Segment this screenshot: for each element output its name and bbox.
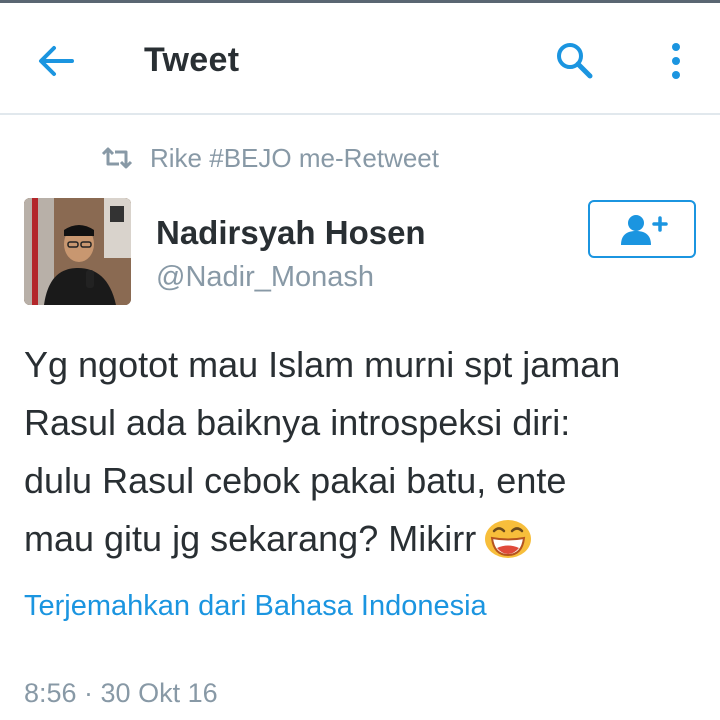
back-button[interactable] xyxy=(36,43,76,79)
tweet-timestamp: 8:56 · 30 Okt 16 xyxy=(24,678,218,708)
more-options-button[interactable] xyxy=(664,39,688,83)
search-icon xyxy=(557,43,593,79)
avatar[interactable] xyxy=(24,198,131,305)
tweet-line: Rasul ada baiknya introspeksi diri: xyxy=(24,402,571,443)
follow-button[interactable] xyxy=(588,200,696,258)
retweet-label: Rike #BEJO me-Retweet xyxy=(150,142,439,173)
page-title: Tweet xyxy=(144,41,240,79)
retweet-icon xyxy=(101,147,133,169)
avatar-photo xyxy=(24,198,131,305)
tweet-line: dulu Rasul cebok pakai batu, ente xyxy=(24,460,567,501)
more-vertical-icon xyxy=(672,43,680,79)
tweet-text: Yg ngotot mau Islam murni spt jaman Rasu… xyxy=(24,336,704,568)
author-name[interactable]: Nadirsyah Hosen xyxy=(156,214,426,252)
tweet-line: Yg ngotot mau Islam murni spt jaman xyxy=(24,344,621,385)
tweet-line-text: mau gitu jg sekarang? Mikirr xyxy=(24,518,477,559)
search-button[interactable] xyxy=(552,39,596,83)
author-handle[interactable]: @Nadir_Monash xyxy=(156,261,374,294)
back-arrow-icon xyxy=(39,46,74,76)
add-user-icon xyxy=(621,215,668,245)
retweet-context[interactable]: Rike #BEJO me-Retweet xyxy=(100,142,439,174)
grinning-face-emoji xyxy=(485,520,532,558)
tweet-line-last: mau gitu jg sekarang? Mikirr xyxy=(24,510,704,568)
translate-link[interactable]: Terjemahkan dari Bahasa Indonesia xyxy=(24,590,487,623)
app-bar: Tweet xyxy=(0,3,720,115)
